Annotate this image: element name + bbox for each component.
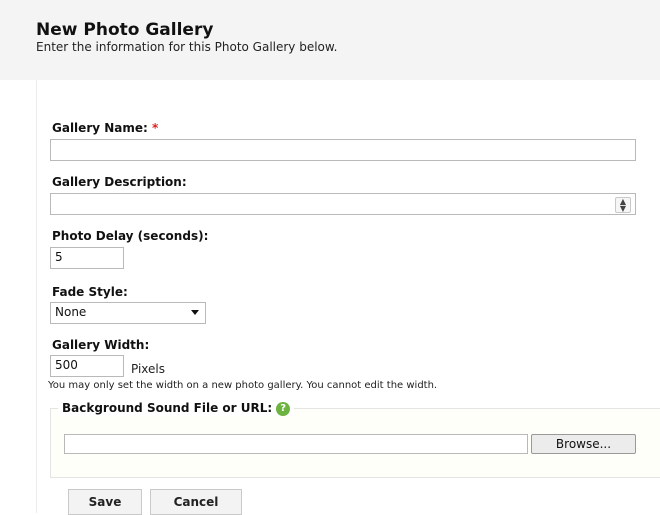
question-circle-icon[interactable]: ? [276,401,291,416]
gallery-name-label-text: Gallery Name: [52,121,148,135]
photo-delay-input[interactable]: 5 [50,247,124,269]
page-title: New Photo Gallery [36,20,214,40]
photo-delay-value: 5 [55,250,63,264]
gallery-width-note: You may only set the width on a new phot… [48,380,438,391]
browse-button[interactable]: Browse... [531,434,636,454]
background-sound-input[interactable] [64,434,528,454]
cancel-button[interactable]: Cancel [150,489,242,515]
chevron-down-icon [191,310,199,315]
gallery-width-value: 500 [55,358,78,372]
gallery-name-input[interactable] [50,139,636,161]
save-button[interactable]: Save [68,489,142,515]
page-header: New Photo Gallery Enter the information … [0,0,660,80]
gallery-width-label: Gallery Width: [52,338,150,352]
gallery-width-unit: Pixels [131,362,166,376]
photo-delay-label: Photo Delay (seconds): [52,229,209,243]
background-sound-legend-text: Background Sound File or URL: [62,401,273,415]
page-subtitle: Enter the information for this Photo Gal… [36,40,338,54]
fade-style-select[interactable]: None [50,302,206,324]
fade-style-selected: None [55,305,87,319]
gallery-description-input[interactable]: ▲ ▼ [50,193,636,215]
gallery-description-label: Gallery Description: [52,175,187,189]
background-sound-legend: Background Sound File or URL:? [58,401,295,416]
gallery-name-label: Gallery Name: * [52,121,158,135]
gallery-width-input[interactable]: 500 [50,355,124,377]
required-marker: * [152,121,159,135]
resize-spinner-icon[interactable]: ▲ ▼ [615,197,631,213]
fade-style-label: Fade Style: [52,285,128,299]
